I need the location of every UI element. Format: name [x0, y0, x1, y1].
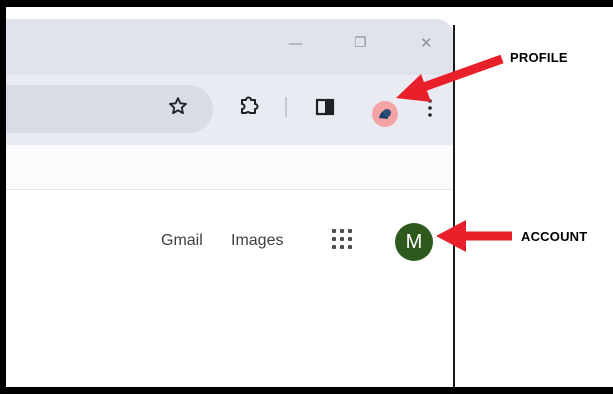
profile-annotation-label: PROFILE	[510, 50, 568, 65]
frame-left	[0, 0, 6, 394]
annotated-screenshot: — ❐ ✕ Gmail Images M PROFILE ACCOUNT	[0, 0, 613, 394]
account-annotation-label: ACCOUNT	[521, 229, 588, 244]
frame-bottom	[0, 387, 613, 394]
frame-top	[0, 0, 613, 7]
profile-arrow	[396, 54, 504, 102]
account-arrow	[436, 220, 512, 252]
